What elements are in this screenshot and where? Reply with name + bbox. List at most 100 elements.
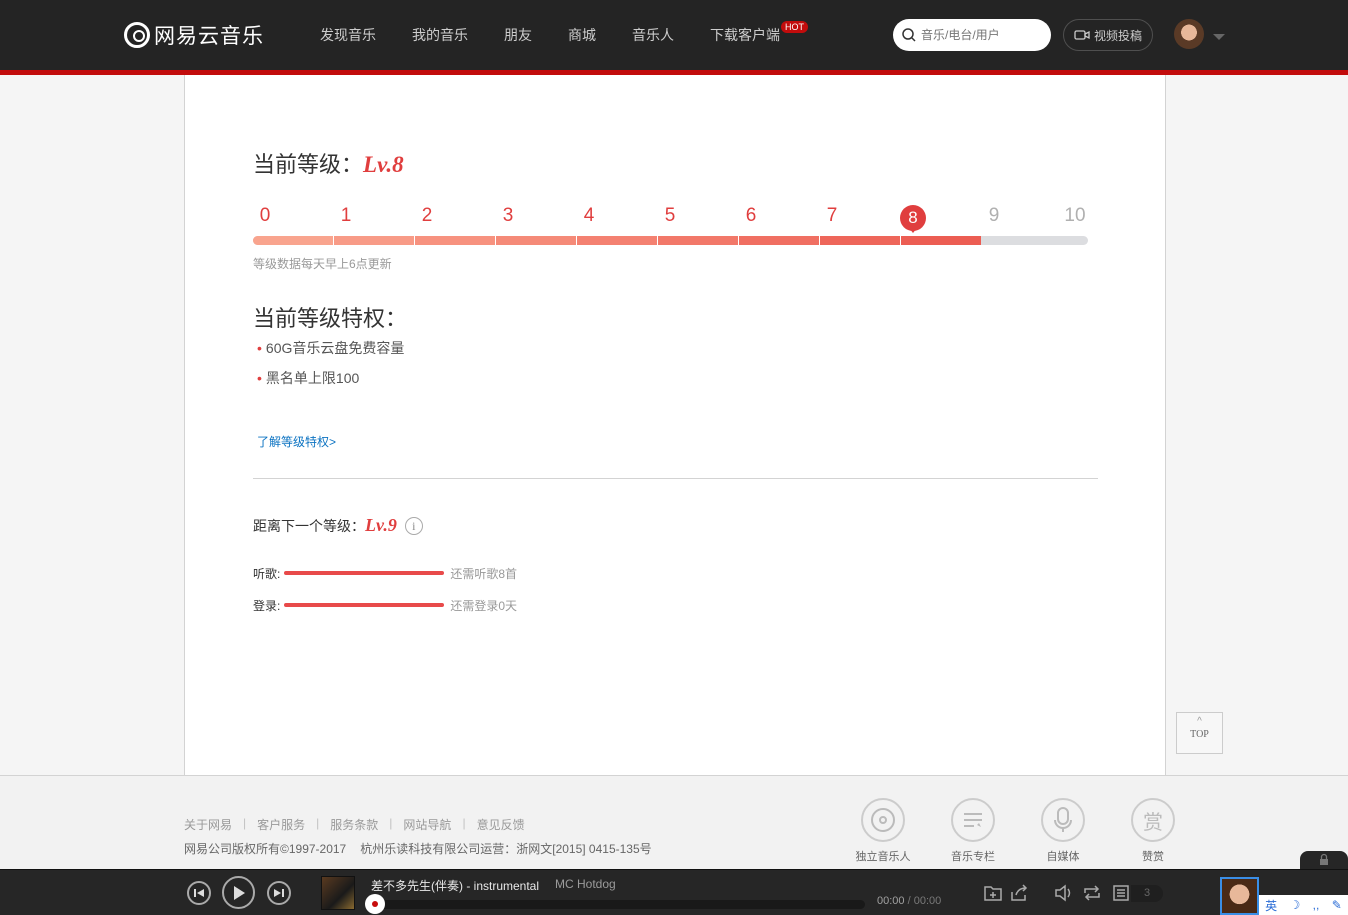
user-avatar[interactable] <box>1174 19 1204 49</box>
level-tick-2: 2 <box>421 205 433 226</box>
nav-my-music[interactable]: 我的音乐 <box>394 0 486 70</box>
nav-store[interactable]: 商城 <box>550 0 614 70</box>
microphone-icon <box>1041 798 1085 842</box>
footer-separator: | <box>389 816 393 830</box>
video-upload-button[interactable]: 视频投稿 <box>1063 19 1153 51</box>
album-cover[interactable] <box>321 876 355 910</box>
footer-link-terms[interactable]: 服务条款 <box>330 816 378 833</box>
chevron-down-icon[interactable] <box>1213 34 1225 40</box>
playback-time: 00:00 / 00:00 <box>877 895 941 907</box>
search-input[interactable] <box>921 28 1041 42</box>
level-segment-6 <box>739 236 820 245</box>
footer-links: 关于网易 | 客户服务 | 服务条款 | 网站导航 | 意见反馈 <box>184 816 525 833</box>
previous-track-button[interactable] <box>187 881 211 905</box>
info-icon[interactable]: i <box>404 516 423 535</box>
time-current: 00:00 <box>877 895 905 907</box>
level-segment-8 <box>901 236 981 245</box>
nav-label: 下载客户端 <box>710 27 780 43</box>
level-tick-0: 0 <box>259 205 271 226</box>
player-bar: 差不多先生(伴奏) - instrumental MC Hotdog 00:00… <box>0 869 1348 915</box>
next-track-button[interactable] <box>267 881 291 905</box>
level-progress-bar <box>253 236 1088 245</box>
privilege-text: 黑名单上限100 <box>265 370 360 386</box>
song-title[interactable]: 差不多先生(伴奏) - instrumental <box>371 877 539 894</box>
footer-link-sitemap[interactable]: 网站导航 <box>403 816 451 833</box>
nav-discover-music[interactable]: 发现音乐 <box>302 0 394 70</box>
nav-download-client[interactable]: 下载客户端 HOT <box>692 0 808 70</box>
playlist-icon[interactable] <box>1111 883 1131 903</box>
ime-language-toggle[interactable]: 英 <box>1265 897 1277 914</box>
player-lock-tab[interactable] <box>1300 851 1348 870</box>
main-nav: 发现音乐 我的音乐 朋友 商城 音乐人 下载客户端 HOT <box>302 0 808 70</box>
share-icon[interactable] <box>1009 883 1029 903</box>
footer-link-feedback[interactable]: 意见反馈 <box>477 816 525 833</box>
chevron-up-icon: ^ <box>1197 716 1202 727</box>
learn-privileges-link[interactable]: 了解等级特权> <box>257 433 336 450</box>
back-to-top-button[interactable]: ^ TOP <box>1176 712 1223 754</box>
disc-icon <box>861 798 905 842</box>
level-tick-1: 1 <box>340 205 352 226</box>
level-tick-8: 8 <box>900 205 926 233</box>
nav-musicians[interactable]: 音乐人 <box>614 0 692 70</box>
search-box[interactable] <box>893 19 1051 51</box>
logo-text: 网易云音乐 <box>154 25 264 48</box>
song-artist[interactable]: MC Hotdog <box>555 877 616 891</box>
play-icon <box>233 885 245 900</box>
skip-next-icon <box>274 889 284 897</box>
input-method-widget: 英 ☽ ,, ✎ <box>1220 877 1348 915</box>
hot-badge: HOT <box>781 21 808 33</box>
level-segment-0 <box>253 236 334 245</box>
footer-reward[interactable]: 赏 赞赏 <box>1108 798 1198 864</box>
nav-friends[interactable]: 朋友 <box>486 0 550 70</box>
wrench-icon[interactable]: ✎ <box>1332 898 1342 912</box>
privileges-heading: 当前等级特权： <box>253 306 408 331</box>
footer-link-service[interactable]: 客户服务 <box>257 816 305 833</box>
video-camera-icon <box>1074 30 1090 40</box>
footer-self-media[interactable]: 自媒体 <box>1018 798 1108 864</box>
section-divider <box>253 478 1098 479</box>
requirement-progress-bar <box>284 603 445 607</box>
nav-label: 我的音乐 <box>412 27 468 43</box>
site-logo[interactable]: 网易云音乐 <box>124 20 264 50</box>
footer-separator: | <box>243 816 247 830</box>
reward-icon: 赏 <box>1131 798 1175 842</box>
footer-icon-label: 音乐专栏 <box>951 851 995 863</box>
copyright-text: 网易公司版权所有©1997-2017 <box>184 842 347 856</box>
footer-separator: | <box>462 816 466 830</box>
play-button[interactable] <box>222 876 255 909</box>
moon-icon[interactable]: ☽ <box>1290 898 1301 912</box>
bullet-icon: • <box>257 340 262 356</box>
column-icon <box>951 798 995 842</box>
skip-previous-icon <box>194 889 204 897</box>
netease-music-logo-icon <box>124 22 150 48</box>
footer-icon-label: 独立音乐人 <box>855 851 911 863</box>
privilege-text: 60G音乐云盘免费容量 <box>265 340 405 356</box>
add-to-playlist-icon[interactable] <box>983 883 1003 903</box>
volume-icon[interactable] <box>1054 883 1074 903</box>
level-tick-5: 5 <box>664 205 676 226</box>
level-segment-2 <box>415 236 496 245</box>
requirement-text: 还需听歌8首 <box>450 566 518 581</box>
operator-text: 杭州乐读科技有限公司运营：浙网文[2015] 0415-135号 <box>360 842 652 856</box>
back-to-top-label: TOP <box>1190 729 1209 740</box>
listen-requirement-row: 听歌: 还需听歌8首 <box>253 565 517 581</box>
ime-avatar[interactable] <box>1220 877 1259 915</box>
playback-progress-bar[interactable] <box>365 894 865 914</box>
nav-label: 音乐人 <box>632 27 674 43</box>
footer-link-about[interactable]: 关于网易 <box>184 816 232 833</box>
footer-independent-musician[interactable]: 独立音乐人 <box>838 798 928 864</box>
next-level-label: 距离下一个等级： <box>253 517 365 534</box>
footer: 关于网易 | 客户服务 | 服务条款 | 网站导航 | 意见反馈 网易公司版权所有©19… <box>0 775 1348 870</box>
repeat-icon[interactable] <box>1082 883 1102 903</box>
level-segment-3 <box>496 236 577 245</box>
nav-label: 商城 <box>568 27 596 43</box>
playlist-count[interactable]: 3 <box>1131 885 1163 902</box>
level-tick-7: 7 <box>826 205 838 226</box>
level-segment-5 <box>658 236 739 245</box>
progress-handle[interactable] <box>365 894 385 914</box>
login-requirement-row: 登录: 还需登录0天 <box>253 597 517 613</box>
footer-music-column[interactable]: 音乐专栏 <box>928 798 1018 864</box>
nav-label: 发现音乐 <box>320 27 376 43</box>
level-tick-labels: 0 1 2 3 4 5 6 7 8 9 10 <box>253 205 1088 235</box>
punctuation-icon[interactable]: ,, <box>1313 898 1320 912</box>
